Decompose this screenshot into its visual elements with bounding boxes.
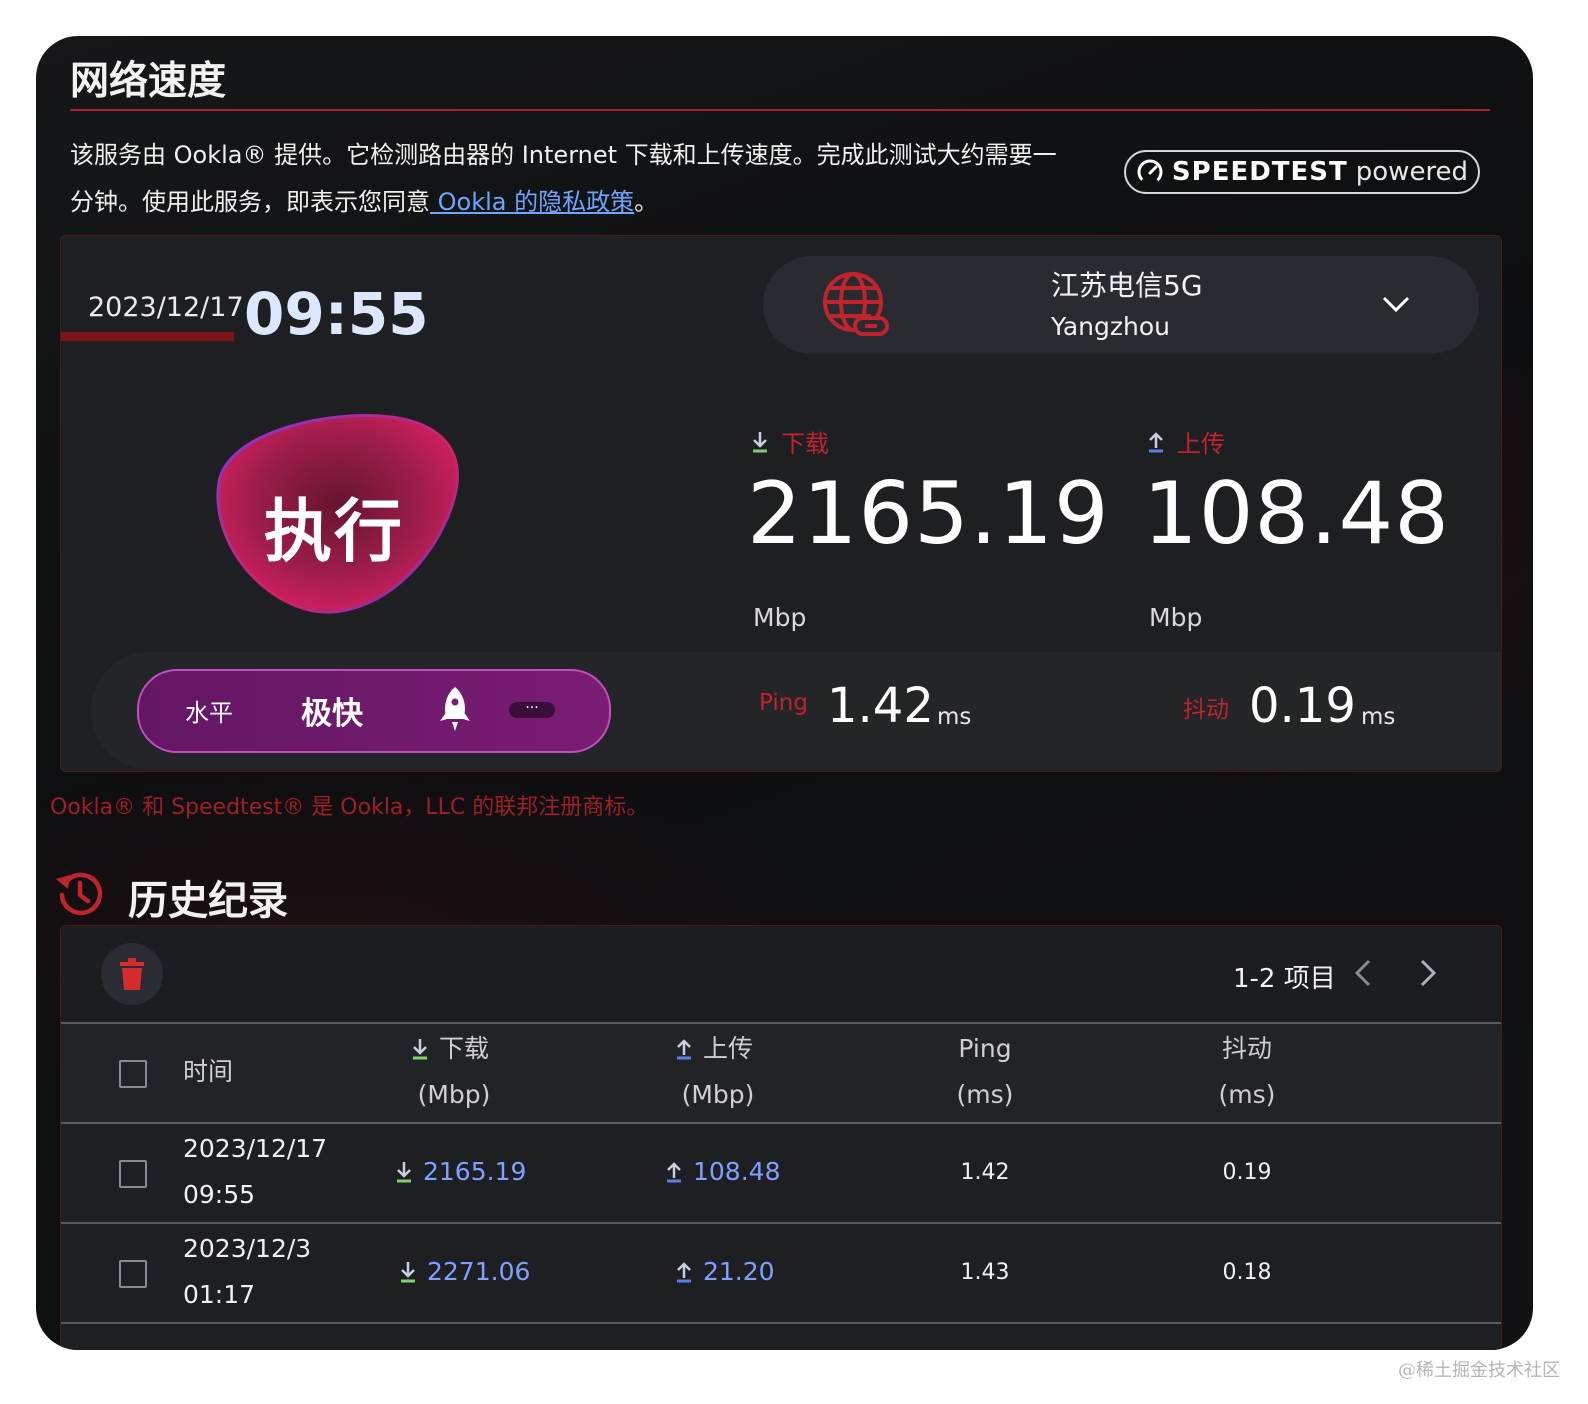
col-jitter-label: 抖动 (1221, 1034, 1272, 1063)
download-heading: 下载 (751, 424, 829, 459)
row-jitter: 0.18 (1222, 1260, 1272, 1285)
arrow-down-icon (753, 431, 767, 452)
title-divider (70, 109, 1490, 111)
table-row[interactable]: 2023/12/3 01:17 2271.06 21.20 1.43 0.18 (61, 1224, 1501, 1322)
history-clock-icon (56, 872, 103, 916)
row-download: 2165.19 (395, 1157, 526, 1186)
history-toolbar: 1-2 项目 (61, 926, 1501, 1022)
chevron-down-icon[interactable] (1381, 294, 1411, 314)
jitter-value: 0.19 (1249, 678, 1356, 734)
speedtest-brand: SPEEDTEST (1171, 157, 1348, 187)
upload-heading: 上传 (1147, 424, 1225, 459)
trademark-notice: Ookla® 和 Speedtest® 是 Ookla，LLC 的联邦注册商标。 (50, 795, 649, 820)
col-jitter: 抖动 (ms) (1207, 1026, 1287, 1118)
arrow-up-icon (1149, 431, 1163, 452)
upload-value: 108.48 (1143, 464, 1450, 564)
row-jitter: 0.19 (1222, 1160, 1272, 1185)
trash-icon (120, 958, 144, 990)
test-date: 2023/12/17 (88, 292, 244, 323)
server-selector[interactable]: 江苏电信5G Yangzhou (763, 256, 1479, 354)
row-ping: 1.43 (960, 1260, 1010, 1285)
history-table: 1-2 项目 时间 下载 (Mbp) 上传 (Mbp) Ping (ms) 抖动… (60, 925, 1502, 1350)
select-all-checkbox[interactable] (119, 1060, 147, 1088)
ping-value: 1.42 (827, 678, 934, 734)
ping-unit: ms (937, 704, 972, 730)
row-date: 2023/12/17 (183, 1134, 328, 1163)
chevron-left-icon[interactable] (1353, 958, 1373, 988)
ping-label: Ping (759, 690, 808, 716)
level-label: 水平 (185, 699, 233, 727)
speed-test-panel: 网络速度 该服务由 Ookla® 提供。它检测路由器的 Internet 下载和… (36, 36, 1533, 1350)
col-ping-label: Ping (958, 1034, 1012, 1063)
history-title: 历史纪录 (128, 878, 288, 924)
col-upload-title: 上传 (675, 1026, 761, 1072)
row-upload-value: 21.20 (703, 1257, 775, 1286)
chevron-right-icon[interactable] (1418, 958, 1438, 988)
arrow-up-icon (667, 1161, 681, 1182)
row-time: 01:17 (183, 1280, 256, 1309)
speed-level-pill: 水平 极快 ··· (137, 669, 611, 753)
intro-text: 该服务由 Ookla® 提供。它检测路由器的 Internet 下载和上传速度。… (70, 132, 1080, 226)
level-value: 极快 (301, 696, 363, 732)
speed-test-card: 2023/12/17 09:55 江苏电信5G Yangzhou 执行 下载 2… (60, 235, 1502, 772)
arrow-up-icon (677, 1039, 691, 1060)
row-download-value: 2165.19 (423, 1157, 527, 1186)
row-ping: 1.42 (960, 1160, 1010, 1185)
more-button[interactable]: ··· (509, 701, 555, 718)
row-upload: 108.48 (665, 1157, 780, 1186)
intro-end: 。 (634, 188, 659, 216)
row-download-value: 2271.06 (427, 1257, 531, 1286)
download-value: 2165.19 (747, 464, 1110, 564)
col-download: 下载 (Mbp) (411, 1026, 497, 1118)
delete-button[interactable] (101, 943, 163, 1005)
date-accent-bar (61, 332, 234, 341)
page-title: 网络速度 (70, 59, 227, 104)
row-time: 09:55 (183, 1180, 256, 1209)
server-name: 江苏电信5G (1051, 269, 1203, 302)
col-upload-unit: (Mbp) (681, 1080, 755, 1109)
col-upload: 上传 (Mbp) (675, 1026, 761, 1118)
col-download-unit: (Mbp) (417, 1080, 491, 1109)
upload-unit: Mbp (1149, 603, 1203, 632)
row-checkbox[interactable] (119, 1260, 147, 1288)
download-label: 下载 (781, 430, 829, 458)
speedtest-gauge-icon (1137, 159, 1163, 185)
arrow-up-icon (677, 1261, 691, 1282)
col-download-title: 下载 (411, 1026, 497, 1072)
row-download: 2271.06 (399, 1257, 530, 1286)
run-test-label[interactable]: 执行 (264, 476, 404, 575)
col-ping-unit: (ms) (956, 1080, 1014, 1109)
col-time: 时间 (183, 1057, 234, 1086)
table-header: 时间 下载 (Mbp) 上传 (Mbp) Ping (ms) 抖动 (ms) (61, 1024, 1501, 1122)
row-upload: 21.20 (675, 1257, 775, 1286)
table-row[interactable]: 2023/12/17 09:55 2165.19 108.48 1.42 0.1… (61, 1124, 1501, 1222)
col-jitter-unit: (ms) (1218, 1080, 1276, 1109)
arrow-down-icon (397, 1161, 411, 1182)
rocket-icon (440, 687, 470, 731)
pager-count: 1-2 项目 (1233, 964, 1336, 994)
server-city: Yangzhou (1051, 312, 1170, 341)
speedtest-powered-badge: SPEEDTEST powered (1124, 150, 1480, 194)
test-time: 09:55 (244, 280, 429, 348)
col-upload-label: 上传 (703, 1034, 754, 1063)
upload-label: 上传 (1177, 430, 1225, 458)
row-checkbox[interactable] (119, 1160, 147, 1188)
table-divider (61, 1322, 1501, 1324)
row-upload-value: 108.48 (693, 1157, 781, 1186)
row-date: 2023/12/3 (183, 1234, 312, 1263)
col-download-label: 下载 (439, 1034, 490, 1063)
col-ping: Ping (ms) (945, 1026, 1025, 1118)
arrow-down-icon (413, 1039, 427, 1060)
privacy-policy-link[interactable]: Ookla 的隐私政策 (430, 188, 634, 216)
watermark: @稀土掘金技术社区 (1398, 1360, 1560, 1381)
download-unit: Mbp (753, 603, 807, 632)
speedtest-powered: powered (1355, 157, 1469, 187)
jitter-label: 抖动 (1183, 697, 1229, 723)
jitter-unit: ms (1361, 704, 1396, 730)
globe-link-icon (823, 272, 889, 336)
arrow-down-icon (401, 1261, 415, 1282)
